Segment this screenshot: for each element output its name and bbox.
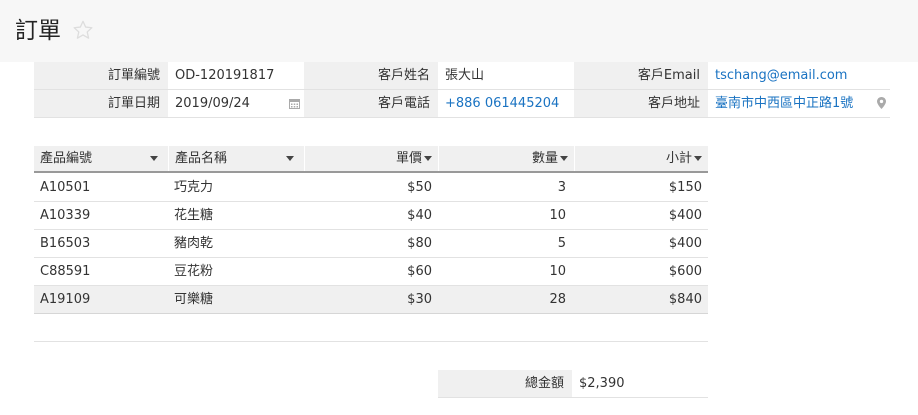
- cell-unit-price: $40: [407, 208, 432, 223]
- cell-quantity: 10: [549, 208, 566, 223]
- cell-unit-price: $80: [407, 236, 432, 251]
- cell-product-name: 花生糖: [174, 208, 214, 223]
- cell-subtotal: $400: [668, 236, 702, 251]
- cell-unit-price: $60: [407, 264, 432, 279]
- table-header: 產品編號 產品名稱 單價 數量 小計: [34, 146, 708, 173]
- customer-address-link[interactable]: 臺南市中西區中正路1號: [715, 96, 853, 111]
- customer-phone-link[interactable]: +886 061445204: [438, 90, 574, 117]
- cell-unit-price: $30: [407, 292, 432, 307]
- order-panel: 訂單編號 OD-120191817 客戶姓名 張大山 客戶Email tscha…: [32, 62, 890, 415]
- cell-product-name: 可樂糖: [174, 292, 214, 307]
- cell-product-id: A10339: [40, 208, 91, 223]
- cell-quantity: 28: [549, 292, 566, 307]
- customer-email-link[interactable]: tschang@email.com: [708, 62, 890, 89]
- cell-subtotal: $400: [668, 208, 702, 223]
- cell-subtotal: $150: [668, 180, 702, 195]
- order-date-value: 2019/09/24: [175, 96, 250, 111]
- cell-product-name: 巧克力: [174, 180, 214, 195]
- total-row: 總金額 $2,390: [438, 370, 708, 398]
- cell-product-id: A10501: [40, 180, 91, 195]
- cell-unit-price: $50: [407, 180, 432, 195]
- customer-address-label: 客戶地址: [574, 90, 708, 117]
- customer-phone-label: 客戶電話: [304, 90, 438, 117]
- cell-quantity: 10: [549, 264, 566, 279]
- cell-subtotal: $600: [668, 264, 702, 279]
- order-no-label: 訂單編號: [34, 62, 168, 89]
- table-row[interactable]: C88591 豆花粉 $60 10 $600: [34, 258, 708, 286]
- caret-down-icon: [150, 156, 158, 161]
- customer-name-label: 客戶姓名: [304, 62, 438, 89]
- customer-name-value: 張大山: [445, 68, 485, 83]
- table-row[interactable]: A10339 花生糖 $40 10 $400: [34, 202, 708, 230]
- customer-email-label: 客戶Email: [574, 62, 708, 89]
- cell-product-id: C88591: [40, 264, 91, 279]
- calendar-icon[interactable]: [289, 98, 300, 109]
- order-no-value: OD-120191817: [175, 68, 275, 83]
- column-header-product-name[interactable]: 產品名稱: [168, 146, 304, 171]
- table-row[interactable]: B16503 豬肉乾 $80 5 $400: [34, 230, 708, 258]
- table-row[interactable]: A19109 可樂糖 $30 28 $840: [34, 286, 708, 314]
- caret-down-icon: [694, 156, 702, 161]
- cell-product-name: 豬肉乾: [174, 236, 214, 251]
- info-row: 訂單日期 2019/09/24 客戶電話 +886 061445204 客戶地址…: [34, 90, 890, 118]
- column-header-quantity[interactable]: 數量: [438, 146, 574, 171]
- order-date-field[interactable]: 2019/09/24: [168, 90, 304, 117]
- page-title: 訂單: [15, 18, 61, 44]
- cell-quantity: 3: [557, 180, 566, 195]
- customer-address-field: 臺南市中西區中正路1號: [708, 90, 890, 117]
- table-row[interactable]: A10501 巧克力 $50 3 $150: [34, 174, 708, 202]
- caret-down-icon: [424, 156, 432, 161]
- column-header-subtotal[interactable]: 小計: [574, 146, 708, 171]
- divider: [34, 341, 708, 342]
- column-header-unit-price[interactable]: 單價: [304, 146, 438, 171]
- star-icon[interactable]: [72, 19, 94, 41]
- info-row: 訂單編號 OD-120191817 客戶姓名 張大山 客戶Email tscha…: [34, 62, 890, 90]
- total-value: $2,390: [579, 376, 625, 391]
- title-bar: 訂單: [0, 0, 918, 62]
- cell-product-name: 豆花粉: [174, 264, 214, 279]
- order-date-label: 訂單日期: [34, 90, 168, 117]
- total-label: 總金額: [438, 370, 572, 397]
- column-header-product-id[interactable]: 產品編號: [34, 146, 168, 171]
- cell-product-id: B16503: [40, 236, 91, 251]
- cell-subtotal: $840: [668, 292, 702, 307]
- caret-down-icon: [286, 156, 294, 161]
- cell-product-id: A19109: [40, 292, 91, 307]
- cell-quantity: 5: [557, 236, 566, 251]
- map-pin-icon[interactable]: [877, 97, 886, 109]
- caret-down-icon: [560, 156, 568, 161]
